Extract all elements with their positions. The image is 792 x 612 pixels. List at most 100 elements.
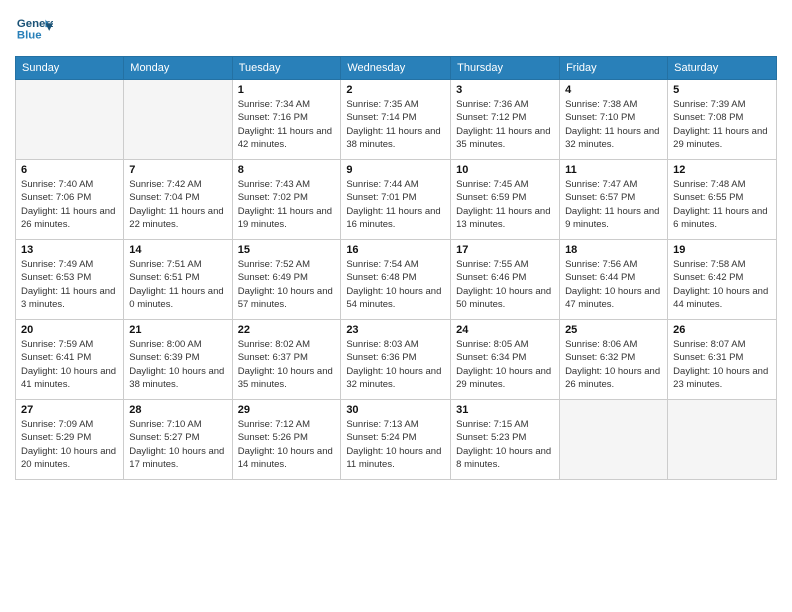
cell-info: Sunrise: 7:40 AM Sunset: 7:06 PM Dayligh… (21, 178, 118, 231)
cell-day-number: 17 (456, 244, 554, 256)
calendar-cell (124, 80, 232, 160)
cell-day-number: 1 (238, 84, 336, 96)
header: General Blue (15, 10, 777, 48)
calendar-cell (16, 80, 124, 160)
calendar-cell: 30 Sunrise: 7:13 AM Sunset: 5:24 PM Dayli… (341, 400, 451, 480)
calendar-header-sunday: Sunday (16, 57, 124, 80)
cell-info: Sunrise: 7:49 AM Sunset: 6:53 PM Dayligh… (21, 258, 118, 311)
cell-day-number: 11 (565, 164, 662, 176)
calendar-cell: 20 Sunrise: 7:59 AM Sunset: 6:41 PM Dayli… (16, 320, 124, 400)
calendar-cell: 4 Sunrise: 7:38 AM Sunset: 7:10 PM Daylig… (560, 80, 668, 160)
cell-day-number: 16 (346, 244, 445, 256)
calendar-cell: 16 Sunrise: 7:54 AM Sunset: 6:48 PM Dayli… (341, 240, 451, 320)
calendar-cell: 5 Sunrise: 7:39 AM Sunset: 7:08 PM Daylig… (668, 80, 777, 160)
cell-day-number: 28 (129, 404, 226, 416)
calendar-cell: 6Sunrise: 7:40 AM Sunset: 7:06 PM Daylig… (16, 160, 124, 240)
cell-day-number: 22 (238, 324, 336, 336)
calendar-cell: 28 Sunrise: 7:10 AM Sunset: 5:27 PM Dayli… (124, 400, 232, 480)
cell-day-number: 12 (673, 164, 771, 176)
cell-day-number: 18 (565, 244, 662, 256)
cell-info: Sunrise: 7:09 AM Sunset: 5:29 PM Dayligh… (21, 418, 118, 471)
calendar-cell: 13 Sunrise: 7:49 AM Sunset: 6:53 PM Dayli… (16, 240, 124, 320)
calendar-cell: 7 Sunrise: 7:42 AM Sunset: 7:04 PM Daylig… (124, 160, 232, 240)
cell-day-number: 23 (346, 324, 445, 336)
logo-icon: General Blue (15, 10, 53, 48)
cell-info: Sunrise: 8:02 AM Sunset: 6:37 PM Dayligh… (238, 338, 336, 391)
cell-info: Sunrise: 7:55 AM Sunset: 6:46 PM Dayligh… (456, 258, 554, 311)
cell-day-number: 8 (238, 164, 336, 176)
cell-day-number: 5 (673, 84, 771, 96)
calendar-table: SundayMondayTuesdayWednesdayThursdayFrid… (15, 56, 777, 480)
calendar-week-3: 20 Sunrise: 7:59 AM Sunset: 6:41 PM Dayli… (16, 320, 777, 400)
cell-info: Sunrise: 7:47 AM Sunset: 6:57 PM Dayligh… (565, 178, 662, 231)
cell-day-number: 13 (21, 244, 118, 256)
calendar-header-thursday: Thursday (451, 57, 560, 80)
cell-info: Sunrise: 8:05 AM Sunset: 6:34 PM Dayligh… (456, 338, 554, 391)
svg-text:Blue: Blue (17, 30, 42, 42)
cell-info: Sunrise: 7:10 AM Sunset: 5:27 PM Dayligh… (129, 418, 226, 471)
cell-info: Sunrise: 7:58 AM Sunset: 6:42 PM Dayligh… (673, 258, 771, 311)
calendar-cell: 3 Sunrise: 7:36 AM Sunset: 7:12 PM Daylig… (451, 80, 560, 160)
cell-info: Sunrise: 8:00 AM Sunset: 6:39 PM Dayligh… (129, 338, 226, 391)
calendar-week-0: 1 Sunrise: 7:34 AM Sunset: 7:16 PM Daylig… (16, 80, 777, 160)
cell-info: Sunrise: 7:15 AM Sunset: 5:23 PM Dayligh… (456, 418, 554, 471)
cell-info: Sunrise: 7:43 AM Sunset: 7:02 PM Dayligh… (238, 178, 336, 231)
cell-day-number: 3 (456, 84, 554, 96)
cell-day-number: 31 (456, 404, 554, 416)
cell-info: Sunrise: 7:36 AM Sunset: 7:12 PM Dayligh… (456, 98, 554, 151)
calendar-cell: 22 Sunrise: 8:02 AM Sunset: 6:37 PM Dayli… (232, 320, 341, 400)
cell-info: Sunrise: 7:12 AM Sunset: 5:26 PM Dayligh… (238, 418, 336, 471)
cell-day-number: 30 (346, 404, 445, 416)
cell-day-number: 4 (565, 84, 662, 96)
calendar-header-tuesday: Tuesday (232, 57, 341, 80)
cell-day-number: 2 (346, 84, 445, 96)
calendar-header-wednesday: Wednesday (341, 57, 451, 80)
calendar-cell (668, 400, 777, 480)
calendar-cell: 17 Sunrise: 7:55 AM Sunset: 6:46 PM Dayli… (451, 240, 560, 320)
cell-day-number: 20 (21, 324, 118, 336)
cell-info: Sunrise: 7:39 AM Sunset: 7:08 PM Dayligh… (673, 98, 771, 151)
calendar-cell: 26 Sunrise: 8:07 AM Sunset: 6:31 PM Dayli… (668, 320, 777, 400)
calendar-cell: 1 Sunrise: 7:34 AM Sunset: 7:16 PM Daylig… (232, 80, 341, 160)
cell-info: Sunrise: 8:06 AM Sunset: 6:32 PM Dayligh… (565, 338, 662, 391)
cell-day-number: 26 (673, 324, 771, 336)
calendar-cell: 8 Sunrise: 7:43 AM Sunset: 7:02 PM Daylig… (232, 160, 341, 240)
calendar-cell: 27 Sunrise: 7:09 AM Sunset: 5:29 PM Dayli… (16, 400, 124, 480)
calendar-cell: 15 Sunrise: 7:52 AM Sunset: 6:49 PM Dayli… (232, 240, 341, 320)
calendar-cell: 23 Sunrise: 8:03 AM Sunset: 6:36 PM Dayli… (341, 320, 451, 400)
cell-info: Sunrise: 7:48 AM Sunset: 6:55 PM Dayligh… (673, 178, 771, 231)
cell-info: Sunrise: 7:45 AM Sunset: 6:59 PM Dayligh… (456, 178, 554, 231)
logo: General Blue (15, 10, 57, 48)
cell-day-number: 7 (129, 164, 226, 176)
cell-info: Sunrise: 7:42 AM Sunset: 7:04 PM Dayligh… (129, 178, 226, 231)
calendar-week-1: 6Sunrise: 7:40 AM Sunset: 7:06 PM Daylig… (16, 160, 777, 240)
calendar-header-saturday: Saturday (668, 57, 777, 80)
cell-day-number: 9 (346, 164, 445, 176)
calendar-cell: 9Sunrise: 7:44 AM Sunset: 7:01 PM Daylig… (341, 160, 451, 240)
calendar-week-2: 13 Sunrise: 7:49 AM Sunset: 6:53 PM Dayli… (16, 240, 777, 320)
page: General Blue SundayMondayTuesdayWednesda… (0, 0, 792, 612)
cell-info: Sunrise: 7:59 AM Sunset: 6:41 PM Dayligh… (21, 338, 118, 391)
cell-info: Sunrise: 7:56 AM Sunset: 6:44 PM Dayligh… (565, 258, 662, 311)
cell-day-number: 15 (238, 244, 336, 256)
cell-info: Sunrise: 8:07 AM Sunset: 6:31 PM Dayligh… (673, 338, 771, 391)
cell-day-number: 27 (21, 404, 118, 416)
calendar-cell: 29 Sunrise: 7:12 AM Sunset: 5:26 PM Dayli… (232, 400, 341, 480)
cell-day-number: 24 (456, 324, 554, 336)
cell-info: Sunrise: 7:13 AM Sunset: 5:24 PM Dayligh… (346, 418, 445, 471)
cell-info: Sunrise: 7:51 AM Sunset: 6:51 PM Dayligh… (129, 258, 226, 311)
calendar-cell: 2Sunrise: 7:35 AM Sunset: 7:14 PM Daylig… (341, 80, 451, 160)
calendar-cell: 24 Sunrise: 8:05 AM Sunset: 6:34 PM Dayli… (451, 320, 560, 400)
cell-info: Sunrise: 7:52 AM Sunset: 6:49 PM Dayligh… (238, 258, 336, 311)
cell-info: Sunrise: 7:34 AM Sunset: 7:16 PM Dayligh… (238, 98, 336, 151)
cell-info: Sunrise: 7:54 AM Sunset: 6:48 PM Dayligh… (346, 258, 445, 311)
calendar-cell: 19Sunrise: 7:58 AM Sunset: 6:42 PM Dayli… (668, 240, 777, 320)
cell-info: Sunrise: 8:03 AM Sunset: 6:36 PM Dayligh… (346, 338, 445, 391)
calendar-cell: 18 Sunrise: 7:56 AM Sunset: 6:44 PM Dayli… (560, 240, 668, 320)
calendar-cell: 14Sunrise: 7:51 AM Sunset: 6:51 PM Dayli… (124, 240, 232, 320)
calendar-header-friday: Friday (560, 57, 668, 80)
cell-day-number: 29 (238, 404, 336, 416)
calendar-header-monday: Monday (124, 57, 232, 80)
cell-day-number: 25 (565, 324, 662, 336)
cell-info: Sunrise: 7:38 AM Sunset: 7:10 PM Dayligh… (565, 98, 662, 151)
